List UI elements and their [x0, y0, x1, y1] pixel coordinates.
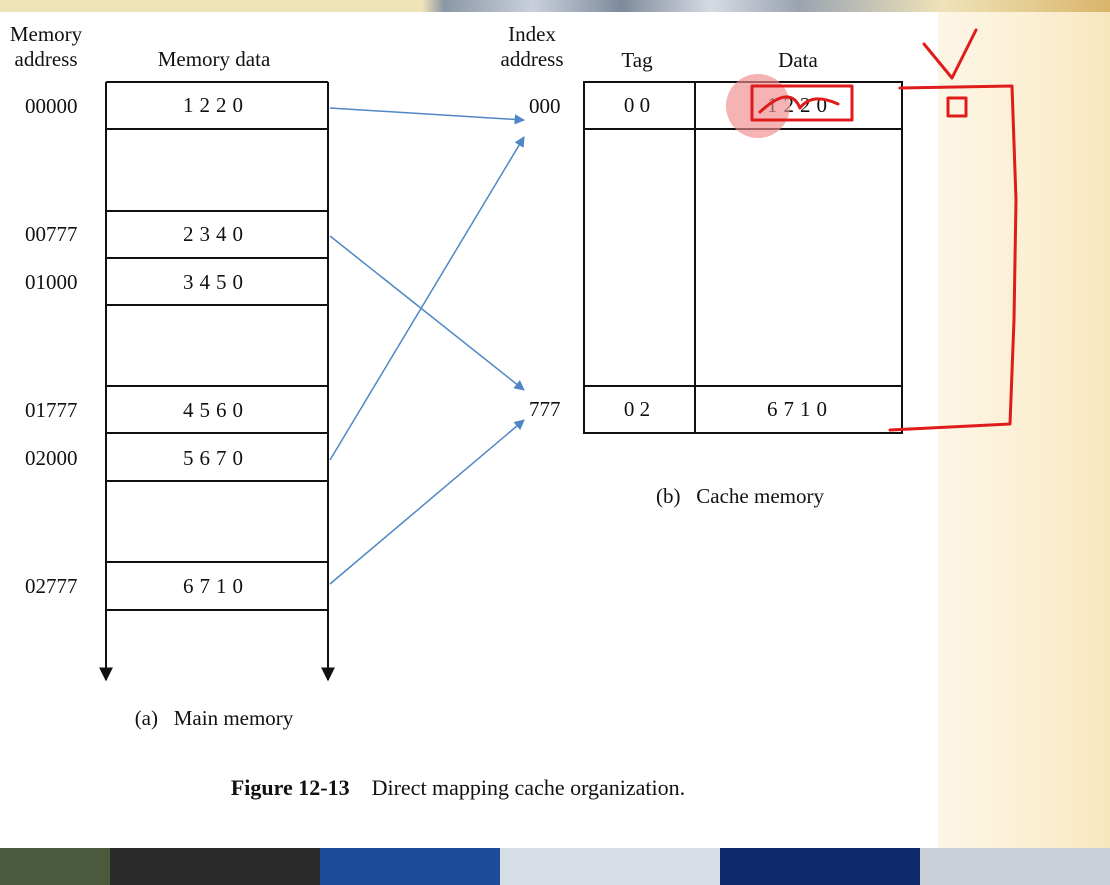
- arrow-02777-to-777: [329, 419, 525, 585]
- bracket-annotation: [888, 84, 1018, 432]
- zero-annotation: [946, 96, 968, 118]
- mapping-arrows: [329, 107, 526, 585]
- diagram-lines: [99, 28, 1018, 682]
- cursor-highlight: [726, 74, 790, 138]
- arrow-00777-to-777: [329, 235, 525, 391]
- red-annotations: [750, 28, 1018, 432]
- main-memory-table: [99, 81, 335, 682]
- cache-memory-table: [583, 81, 903, 434]
- arrow-02000-to-000: [329, 136, 525, 461]
- arrow-00000-to-000: [329, 107, 526, 125]
- checkmark-annotation: [922, 28, 978, 80]
